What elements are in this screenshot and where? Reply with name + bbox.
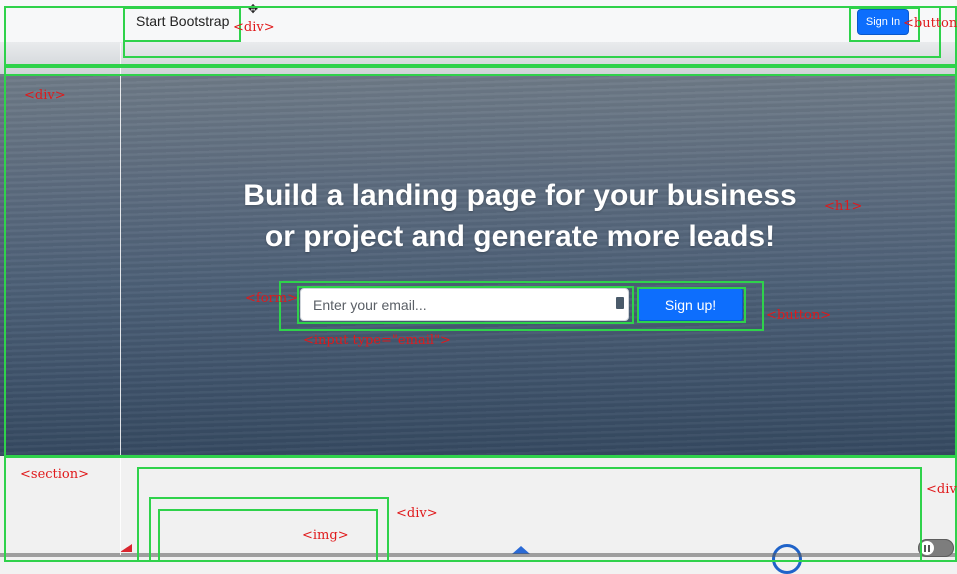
signup-form: Sign up! xyxy=(298,287,748,323)
video-progress-bar[interactable] xyxy=(0,553,957,557)
brand-link[interactable]: Start Bootstrap xyxy=(136,13,229,29)
hero-heading-line-2: or project and generate more leads! xyxy=(264,220,776,253)
email-input[interactable] xyxy=(300,288,629,321)
hero-heading: Build a landing page for your business o… xyxy=(170,175,870,257)
sign-up-button[interactable]: Sign up! xyxy=(638,288,743,321)
hero-masthead: Build a landing page for your business o… xyxy=(0,74,957,456)
features-section xyxy=(0,456,957,574)
inspector-guide-line xyxy=(120,43,121,555)
password-manager-icon[interactable] xyxy=(616,297,624,309)
top-navbar: Start Bootstrap Sign In xyxy=(0,0,957,42)
cursor-icon: ✥ xyxy=(248,2,259,16)
hero-heading-line-1: Build a landing page for your business xyxy=(243,179,797,212)
pause-toggle[interactable] xyxy=(918,539,954,557)
sign-in-button[interactable]: Sign In xyxy=(857,9,909,35)
feature-icon-red xyxy=(120,544,132,552)
feature-icon-blue-circle xyxy=(772,544,802,574)
navbar-separator-band xyxy=(0,42,957,74)
pause-icon xyxy=(920,541,934,555)
